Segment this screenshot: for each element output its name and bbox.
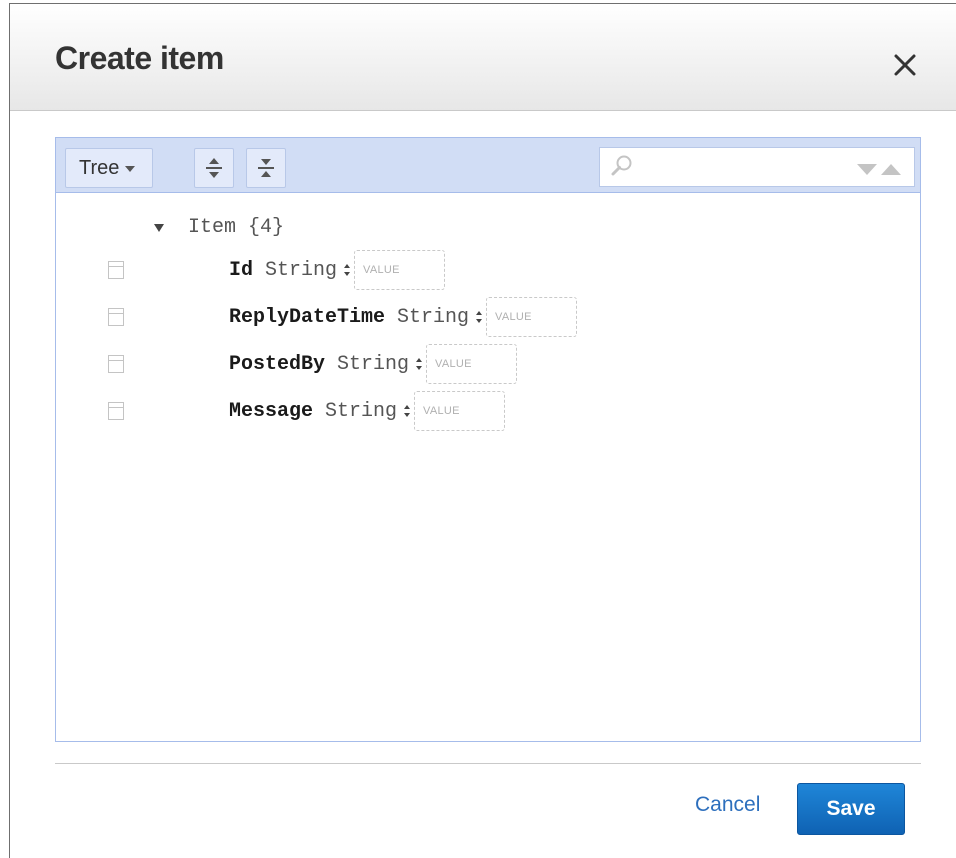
- field-value-input[interactable]: VALUE: [486, 297, 578, 337]
- search-previous-icon[interactable]: [881, 164, 901, 175]
- row-menu-icon[interactable]: [108, 355, 124, 373]
- field-value-input[interactable]: VALUE: [354, 250, 446, 290]
- tree-root-row: Item {4}: [56, 204, 920, 244]
- search-icon: [611, 155, 632, 176]
- tree-view: Item {4} Id String VALUE ReplyDateTime S: [56, 192, 920, 741]
- tree-root-label: Item {4}: [188, 216, 285, 239]
- expand-all-icon: [206, 158, 222, 178]
- cancel-button[interactable]: Cancel: [695, 793, 760, 817]
- tree-field-row: Id String VALUE: [56, 250, 920, 290]
- search-next-icon[interactable]: [857, 164, 877, 175]
- close-icon: [894, 54, 916, 76]
- row-menu-icon[interactable]: [108, 402, 124, 420]
- search-box: [599, 147, 915, 187]
- search-nav-arrows: [857, 164, 901, 175]
- tree-field-row: Message String VALUE: [56, 391, 920, 431]
- save-button[interactable]: Save: [797, 783, 905, 835]
- type-switch-icon[interactable]: [343, 263, 351, 277]
- collapse-all-button[interactable]: [246, 148, 286, 188]
- field-type-selector[interactable]: String: [265, 259, 337, 282]
- field-name: Message: [229, 399, 314, 423]
- field-type-selector[interactable]: String: [397, 306, 469, 329]
- type-switch-icon[interactable]: [403, 404, 411, 418]
- field-type-selector[interactable]: String: [325, 400, 397, 423]
- field-entry: ReplyDateTime String VALUE: [229, 297, 578, 337]
- chevron-down-icon: [125, 166, 136, 172]
- create-item-dialog: Create item Tree Item {4} Id String VALU…: [9, 3, 956, 858]
- mode-dropdown[interactable]: Tree: [65, 148, 153, 188]
- type-switch-icon[interactable]: [415, 357, 423, 371]
- field-name: Id: [229, 258, 254, 282]
- field-entry: Id String VALUE: [229, 250, 446, 290]
- caret-down-icon[interactable]: [154, 224, 164, 232]
- item-editor: Tree Item {4} Id String VALUE ReplyDateT…: [55, 137, 921, 742]
- editor-toolbar: Tree: [56, 138, 920, 193]
- tree-field-row: ReplyDateTime String VALUE: [56, 297, 920, 337]
- expand-all-button[interactable]: [194, 148, 234, 188]
- dialog-title: Create item: [55, 40, 224, 76]
- row-menu-icon[interactable]: [108, 261, 124, 279]
- field-value-input[interactable]: VALUE: [414, 391, 506, 431]
- collapse-all-icon: [258, 159, 274, 177]
- field-name: PostedBy: [229, 352, 326, 376]
- footer-divider: [55, 763, 921, 764]
- field-entry: PostedBy String VALUE: [229, 344, 518, 384]
- type-switch-icon[interactable]: [475, 310, 483, 324]
- field-entry: Message String VALUE: [229, 391, 506, 431]
- row-menu-icon[interactable]: [108, 308, 124, 326]
- search-input[interactable]: [638, 152, 852, 184]
- field-value-input[interactable]: VALUE: [426, 344, 518, 384]
- tree-field-row: PostedBy String VALUE: [56, 344, 920, 384]
- close-button[interactable]: [890, 50, 920, 80]
- dialog-header: Create item: [10, 4, 956, 111]
- field-type-selector[interactable]: String: [337, 353, 409, 376]
- mode-label: Tree: [79, 156, 120, 179]
- field-name: ReplyDateTime: [229, 305, 386, 329]
